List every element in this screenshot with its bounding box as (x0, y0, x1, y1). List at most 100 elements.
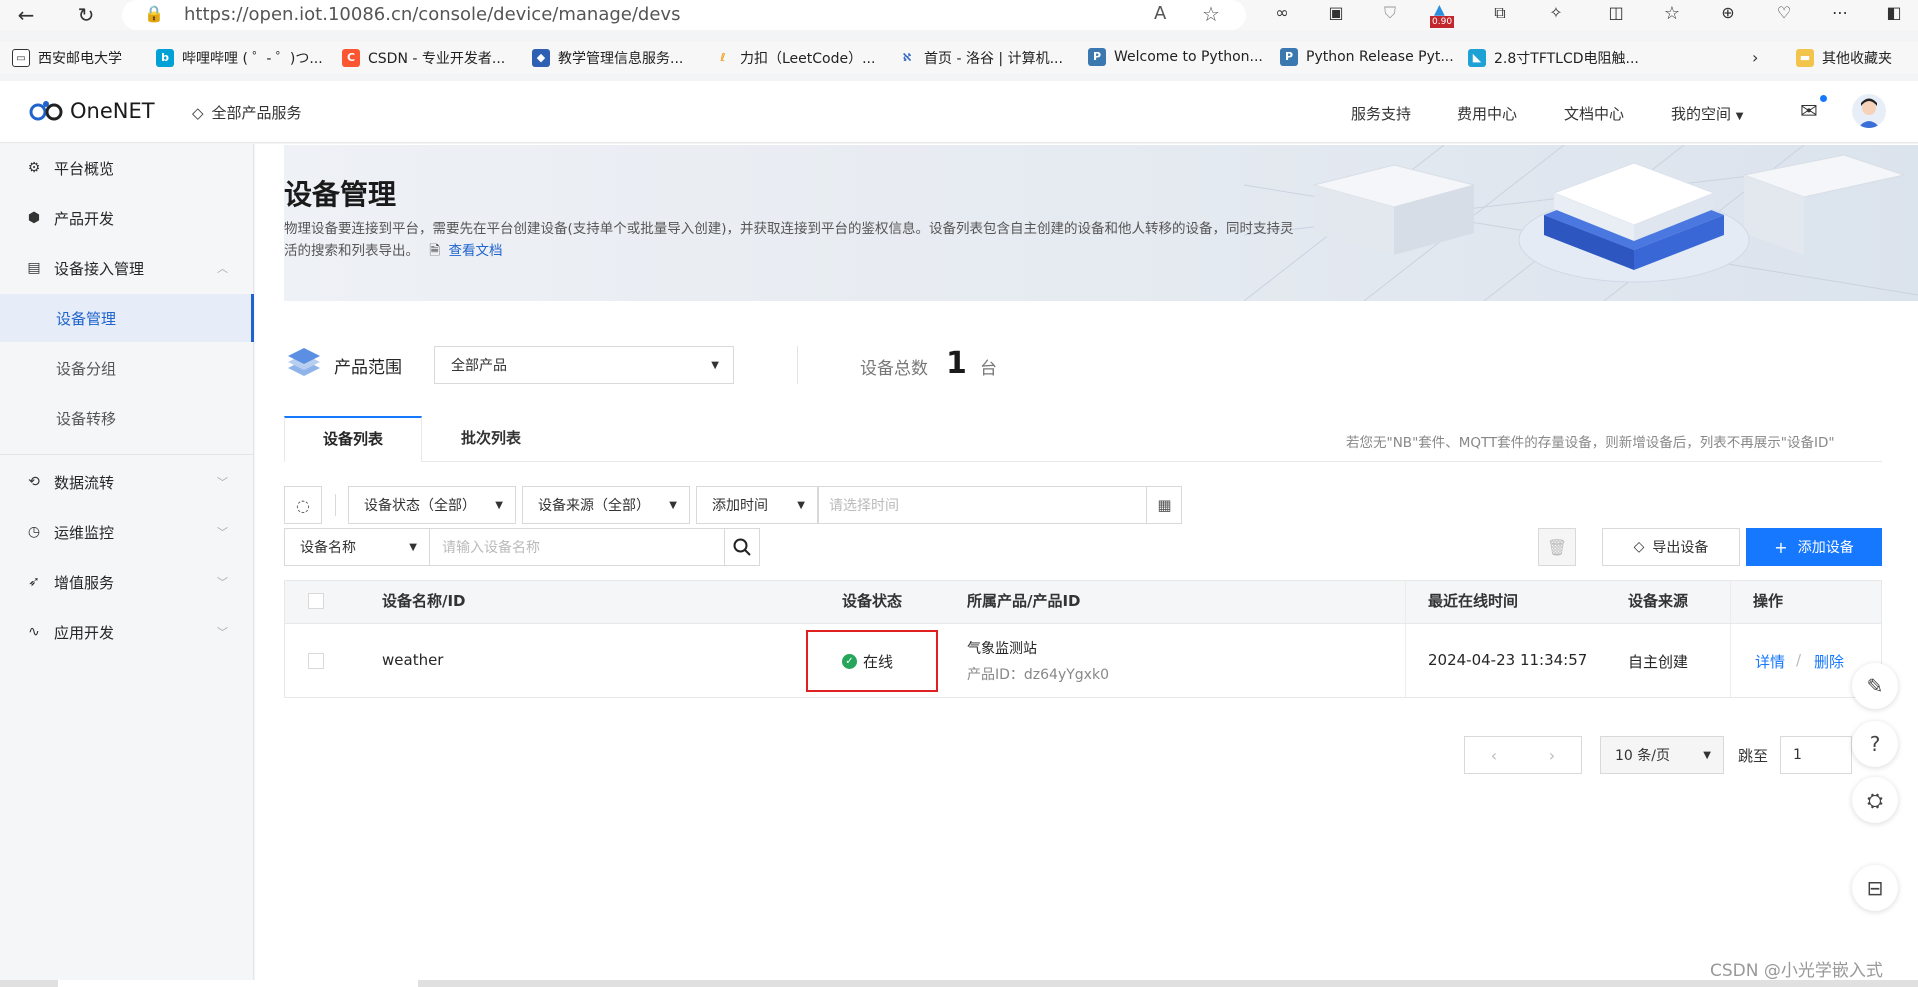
caret-down-icon: ▼ (711, 359, 719, 371)
chevron-down-icon: ﹀ (217, 526, 228, 539)
read-aloud-icon[interactable]: A (1154, 3, 1166, 24)
device-total-value: 1 (946, 346, 967, 381)
delete-button[interactable]: 🗑 (1538, 528, 1576, 566)
favorite-star-icon[interactable]: ☆ (1202, 2, 1220, 26)
row-checkbox[interactable] (308, 653, 324, 669)
chevron-up-icon: ︿ (217, 262, 228, 275)
search-button[interactable] (724, 528, 760, 566)
device-name-search-input[interactable]: 请输入设备名称 (429, 528, 725, 566)
check-circle-icon: ✓ (842, 654, 857, 669)
sidebar-item-device-transfer[interactable]: 设备转移 (0, 394, 254, 442)
nav-billing-center[interactable]: 费用中心 (1457, 103, 1517, 124)
sidebar-item-data-flow[interactable]: ⟲ 数据流转 ﹀ (0, 458, 254, 506)
product-scope-value: 全部产品 (451, 358, 507, 374)
extension-badge-value: 0.90 (1430, 16, 1455, 28)
nav-service-support[interactable]: 服务支持 (1351, 103, 1411, 124)
calendar-icon[interactable]: ▦ (1146, 487, 1182, 523)
url-text[interactable]: https://open.iot.10086.cn/console/device… (184, 4, 680, 25)
status-filter[interactable]: 设备状态（全部） ▼ (348, 486, 516, 524)
help-button[interactable]: ? (1852, 721, 1898, 767)
prev-page-icon[interactable]: ‹ (1491, 746, 1497, 765)
bookmark-item[interactable]: ◣ 2.8寸TFTLCD电阻触... (1468, 48, 1639, 68)
monitor-icon: ◷ (27, 524, 41, 540)
page-description-line1: 物理设备要连接到平台，需要先在平台创建设备(支持单个或批量导入创建)，并获取连接… (284, 221, 1294, 237)
chevron-right-icon[interactable]: › (1752, 48, 1758, 67)
sidebar-item-ops-monitor[interactable]: ◷ 运维监控 ﹀ (0, 508, 254, 556)
scrollbar-thumb[interactable] (58, 980, 418, 987)
nav-docs-center[interactable]: 文档中心 (1564, 103, 1624, 124)
more-menu-icon[interactable]: ⋯ (1826, 3, 1854, 22)
sidebar-item-product-dev[interactable]: ⬢ 产品开发 (0, 194, 254, 242)
time-type-select[interactable]: 添加时间 ▼ (696, 486, 818, 524)
notification-dot (1820, 95, 1827, 102)
export-devices-button[interactable]: ◇ 导出设备 (1602, 528, 1740, 566)
bookmark-item[interactable]: ◆ 教学管理信息服务... (532, 48, 683, 68)
add-device-button[interactable]: + 添加设备 (1746, 528, 1882, 566)
bookmark-item[interactable]: ℓ 力扣（LeetCode）... (714, 48, 875, 68)
bookmark-item[interactable]: C CSDN - 专业开发者... (342, 48, 505, 68)
jump-page-input[interactable]: 1 (1780, 736, 1852, 774)
time-range-input[interactable]: 请选择时间 ▦ (818, 486, 1182, 524)
nav-my-space[interactable]: 我的空间 ▼ (1671, 103, 1744, 124)
bilibili-icon: b (156, 49, 174, 67)
shield-icon[interactable]: ⛉ (1376, 3, 1404, 23)
extension-infinity-icon[interactable]: ∞ (1268, 3, 1296, 22)
support-button[interactable]: ⛭ (1852, 777, 1898, 823)
sidebar-item-device-group[interactable]: 设备分组 (0, 344, 254, 392)
reload-icon[interactable]: ↻ (72, 3, 100, 27)
sidebar-item-value-added[interactable]: ➶ 增值服务 ﹀ (0, 558, 254, 606)
page-size-select[interactable]: 10 条/页 ▼ (1600, 736, 1724, 774)
bookmark-site-icon: ◣ (1468, 49, 1486, 67)
favorites-icon[interactable]: ☆ (1658, 3, 1686, 24)
sidebar-toggle-icon[interactable]: ◧ (1880, 3, 1908, 22)
stack-layers-icon (284, 344, 324, 384)
bookmark-item[interactable]: P Welcome to Python... (1088, 48, 1263, 66)
col-header-last-online: 最近在线时间 (1428, 592, 1519, 610)
other-bookmarks-folder[interactable]: ▬ 其他收藏夹 (1796, 48, 1892, 68)
refresh-button[interactable]: ◌ (284, 486, 322, 524)
browser-health-icon[interactable]: ♡ (1770, 3, 1798, 22)
sidebar-item-device-manage[interactable]: 设备管理 (0, 294, 254, 342)
col-header-product: 所属产品/产品ID (967, 592, 1081, 610)
bookmark-item[interactable]: P Python Release Pyt... (1280, 48, 1454, 66)
bookmarks-bar: ▭ 西安邮电大学 b 哔哩哔哩 ( ゜- ゜)つ... C CSDN - 专业开发者.… (0, 42, 1918, 74)
back-arrow-icon[interactable]: ← (12, 3, 40, 27)
extension-app-icon[interactable]: ▣ (1322, 3, 1350, 22)
select-all-checkbox[interactable] (308, 593, 324, 609)
product-scope-select[interactable]: 全部产品 ▼ (434, 346, 734, 384)
sidebar-item-app-dev[interactable]: ∿ 应用开发 ﹀ (0, 608, 254, 656)
horizontal-scrollbar[interactable] (0, 980, 1918, 987)
tab-device-list[interactable]: 设备列表 (284, 416, 422, 462)
caret-down-icon: ▼ (409, 541, 417, 553)
plus-icon: + (1774, 537, 1788, 557)
bookmark-item[interactable]: b 哔哩哔哩 ( ゜- ゜)つ... (156, 48, 323, 68)
col-header-actions: 操作 (1753, 592, 1784, 610)
split-screen-icon[interactable]: ◫ (1602, 3, 1630, 22)
collections-icon[interactable]: ⊕ (1714, 3, 1742, 22)
onenet-logo-icon (29, 101, 63, 121)
source-filter[interactable]: 设备来源（全部） ▼ (522, 486, 690, 524)
chevron-down-icon: ﹀ (217, 576, 228, 589)
detail-link[interactable]: 详情 (1755, 651, 1785, 672)
bookmark-item[interactable]: ℵ 首页 - 洛谷 | 计算机... (898, 48, 1063, 68)
name-type-select[interactable]: 设备名称 ▼ (284, 528, 430, 566)
all-products-menu[interactable]: ◇ 全部产品服务 (192, 102, 302, 123)
onenet-logo[interactable]: OneNET (28, 99, 155, 123)
next-page-icon[interactable]: › (1549, 746, 1555, 765)
delete-link[interactable]: 删除 (1814, 651, 1844, 672)
extension-badge-icon[interactable]: ▲ 0.90 (1430, 2, 1460, 28)
tab-batch-list[interactable]: 批次列表 (422, 416, 560, 462)
extensions-icon[interactable]: ✧ (1542, 3, 1570, 22)
send-icon: ➶ (28, 574, 40, 590)
bookmark-item[interactable]: ▭ 西安邮电大学 (12, 48, 122, 68)
collapse-button[interactable]: ⊟ (1852, 865, 1898, 911)
mail-icon[interactable]: ✉ (1800, 99, 1818, 123)
address-bar[interactable]: 🔒 https://open.iot.10086.cn/console/devi… (122, 0, 1246, 30)
avatar[interactable] (1852, 94, 1886, 128)
sidebar-item-overview[interactable]: ⚙ 平台概览 (0, 144, 254, 192)
feedback-button[interactable]: ✎ (1852, 663, 1898, 709)
tab-manager-icon[interactable]: ⧉ (1486, 3, 1514, 23)
view-docs-link[interactable]: 查看文档 (448, 243, 502, 259)
device-name[interactable]: weather (382, 651, 443, 669)
sidebar-item-device-access[interactable]: ▤ 设备接入管理 ︿ (0, 244, 254, 292)
